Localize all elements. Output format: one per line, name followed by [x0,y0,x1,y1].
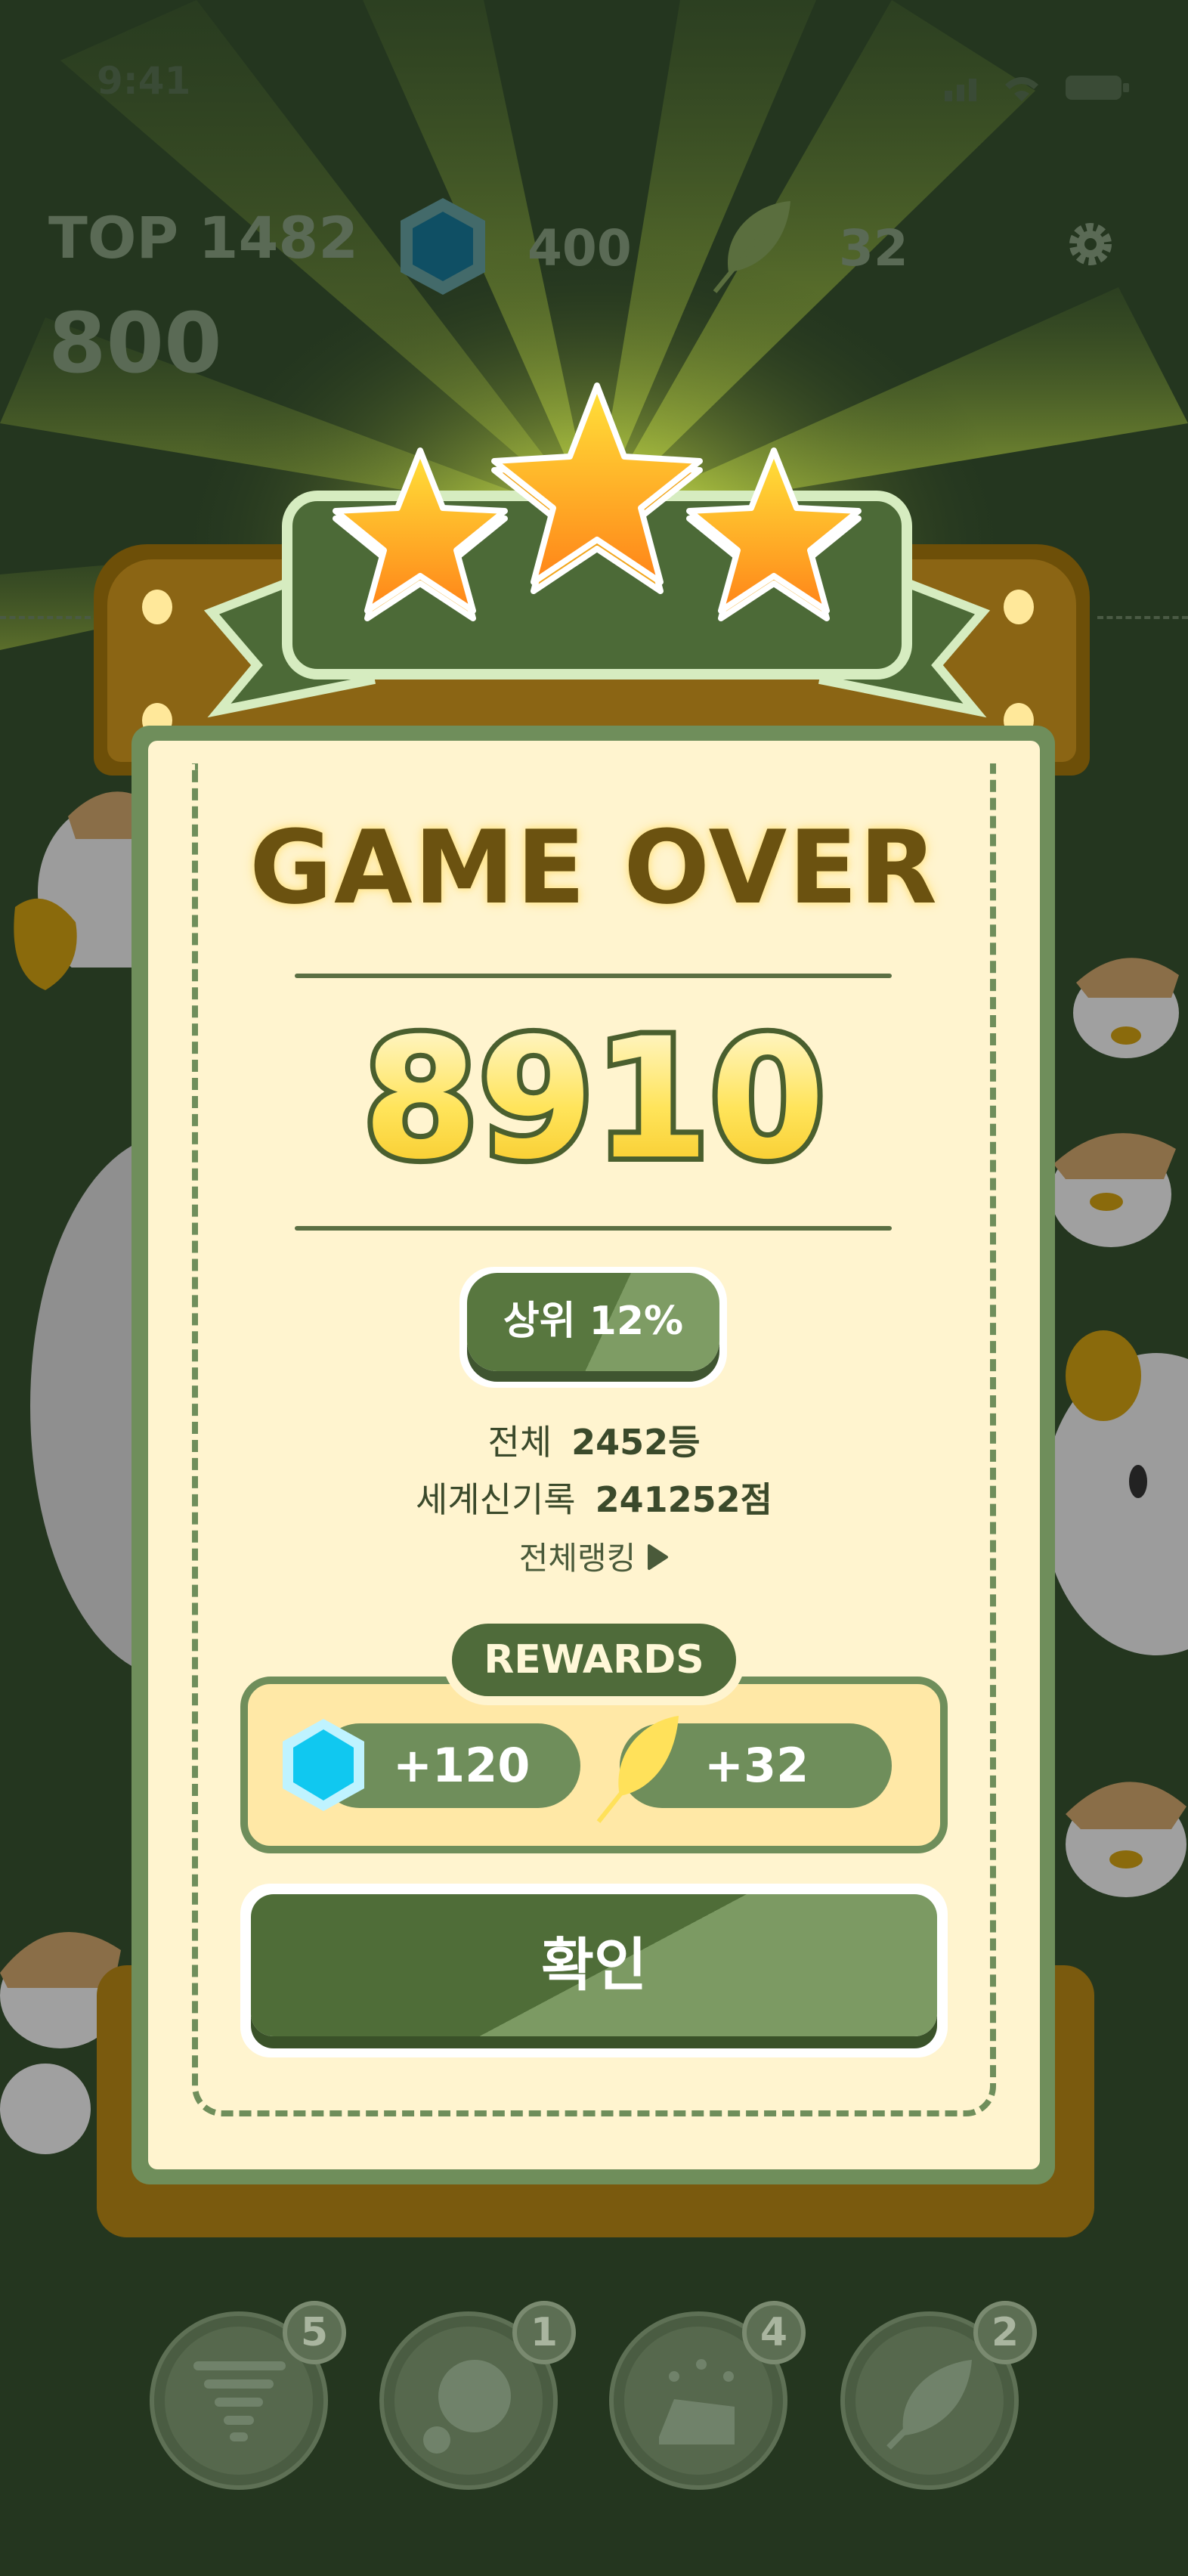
powerup-count: 1 [512,2301,576,2364]
rivet [142,590,172,624]
powerup-cake[interactable]: 4 [609,2301,806,2490]
hud-top-label: TOP 1482 [48,204,359,271]
reward-leaves-value: +32 [704,1738,809,1793]
bubble-icon [423,2360,511,2454]
cake-icon [659,2359,735,2444]
powerup-leaf[interactable]: 2 [840,2301,1037,2490]
final-score: 8910 [357,1005,831,1187]
tornado-icon [193,2361,286,2441]
settings-gear-icon[interactable] [1064,218,1117,271]
limit-line-right [1097,616,1188,619]
confirm-button[interactable]: 확인 [251,1894,937,2036]
limit-line-left [0,616,91,619]
divider-bottom [295,1226,892,1231]
total-rank-label: 전체 [487,1422,552,1463]
world-record: 세계신기록 241252점 [0,1472,1188,1522]
hud-gems: 400 [527,219,632,277]
gem-icon [401,198,485,295]
total-rank-value: 2452등 [571,1422,701,1463]
rivet [1004,590,1034,624]
star-icon [333,447,508,621]
divider-top [295,974,892,978]
star-icon [686,447,862,621]
powerup-bubble[interactable]: 1 [379,2301,576,2490]
world-record-value: 241252점 [595,1479,772,1520]
leaf-icon [596,1716,679,1823]
play-arrow-icon [648,1544,669,1570]
rank-badge: 상위 12% [467,1273,719,1371]
star-icon [491,382,703,594]
rewards-label: REWARDS [452,1624,736,1696]
full-ranking-label: 전체랭킹 [518,1540,636,1577]
powerup-tornado[interactable]: 5 [150,2301,346,2490]
score-value: 8910 [363,1005,825,1187]
world-record-label: 세계신기록 [416,1479,576,1520]
duck-character [1066,1782,1186,1897]
status-icons [945,76,1129,101]
full-ranking-link[interactable]: 전체랭킹 [0,1533,1188,1579]
powerup-count: 4 [742,2301,806,2364]
status-time: 9:41 [97,59,191,103]
total-rank: 전체 2452등 [0,1415,1188,1465]
game-over-title: GAME OVER [249,809,939,927]
leaf-icon [713,201,790,293]
leaf-icon [886,2360,972,2450]
hud-leaves: 32 [839,219,908,277]
reward-gems-value: +120 [393,1738,531,1793]
stars-rating [333,382,862,621]
powerup-count: 2 [973,2301,1037,2364]
gem-icon [283,1719,364,1811]
powerup-count: 5 [283,2301,346,2364]
